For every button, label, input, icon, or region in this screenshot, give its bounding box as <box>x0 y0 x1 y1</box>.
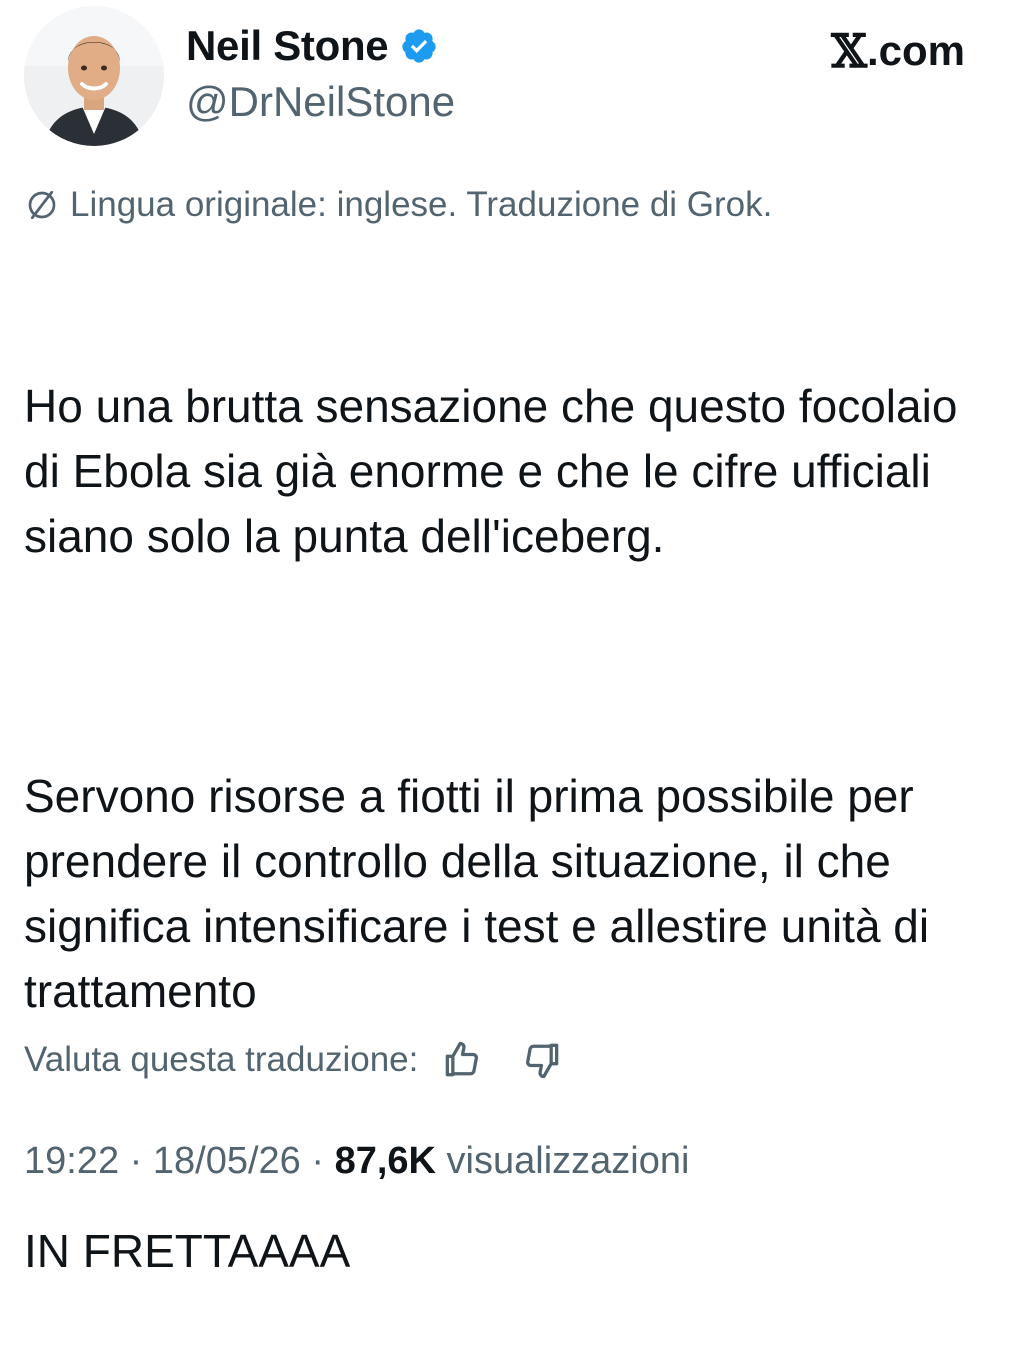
tweet-paragraph: Ho una brutta sensazione che questo foco… <box>24 380 971 562</box>
author-name-row[interactable]: Neil Stone <box>186 20 438 72</box>
avatar[interactable] <box>24 6 164 146</box>
meta-separator: · <box>300 1140 335 1182</box>
verified-badge-icon <box>402 29 436 63</box>
views-label: visualizzazioni <box>435 1140 690 1182</box>
thumbs-down-icon[interactable] <box>520 1038 564 1082</box>
tweet-text: Ho una brutta sensazione che questo foco… <box>24 244 999 1349</box>
tweet-date[interactable]: 18/05/26 <box>153 1140 301 1182</box>
x-logo-icon: 𝕏 <box>831 24 867 78</box>
meta-separator: · <box>119 1140 153 1182</box>
rate-translation-label: Valuta questa traduzione: <box>24 1040 419 1079</box>
globe-icon <box>28 190 56 220</box>
tweet-time[interactable]: 19:22 <box>24 1140 119 1182</box>
author-display-name[interactable]: Neil Stone <box>186 22 389 70</box>
profile-photo-icon <box>24 6 164 146</box>
views-count: 87,6K <box>334 1140 436 1182</box>
thumbs-up-icon[interactable] <box>440 1038 484 1082</box>
translation-note[interactable]: Lingua originale: inglese. Traduzione di… <box>24 185 772 225</box>
rate-translation: Valuta questa traduzione: <box>24 1038 564 1082</box>
tweet-meta: 19:22 · 18/05/26 · 87,6K visualizzazioni <box>24 1140 689 1183</box>
site-label: 𝕏 .com <box>831 24 965 78</box>
tweet-paragraph: IN FRETTAAAA <box>24 1225 351 1277</box>
translation-note-text: Lingua originale: inglese. Traduzione di… <box>70 185 773 224</box>
tweet-paragraph: Servono risorse a fiotti il prima possib… <box>24 770 942 1017</box>
author-handle[interactable]: @DrNeilStone <box>186 78 455 126</box>
site-domain: .com <box>866 27 965 74</box>
